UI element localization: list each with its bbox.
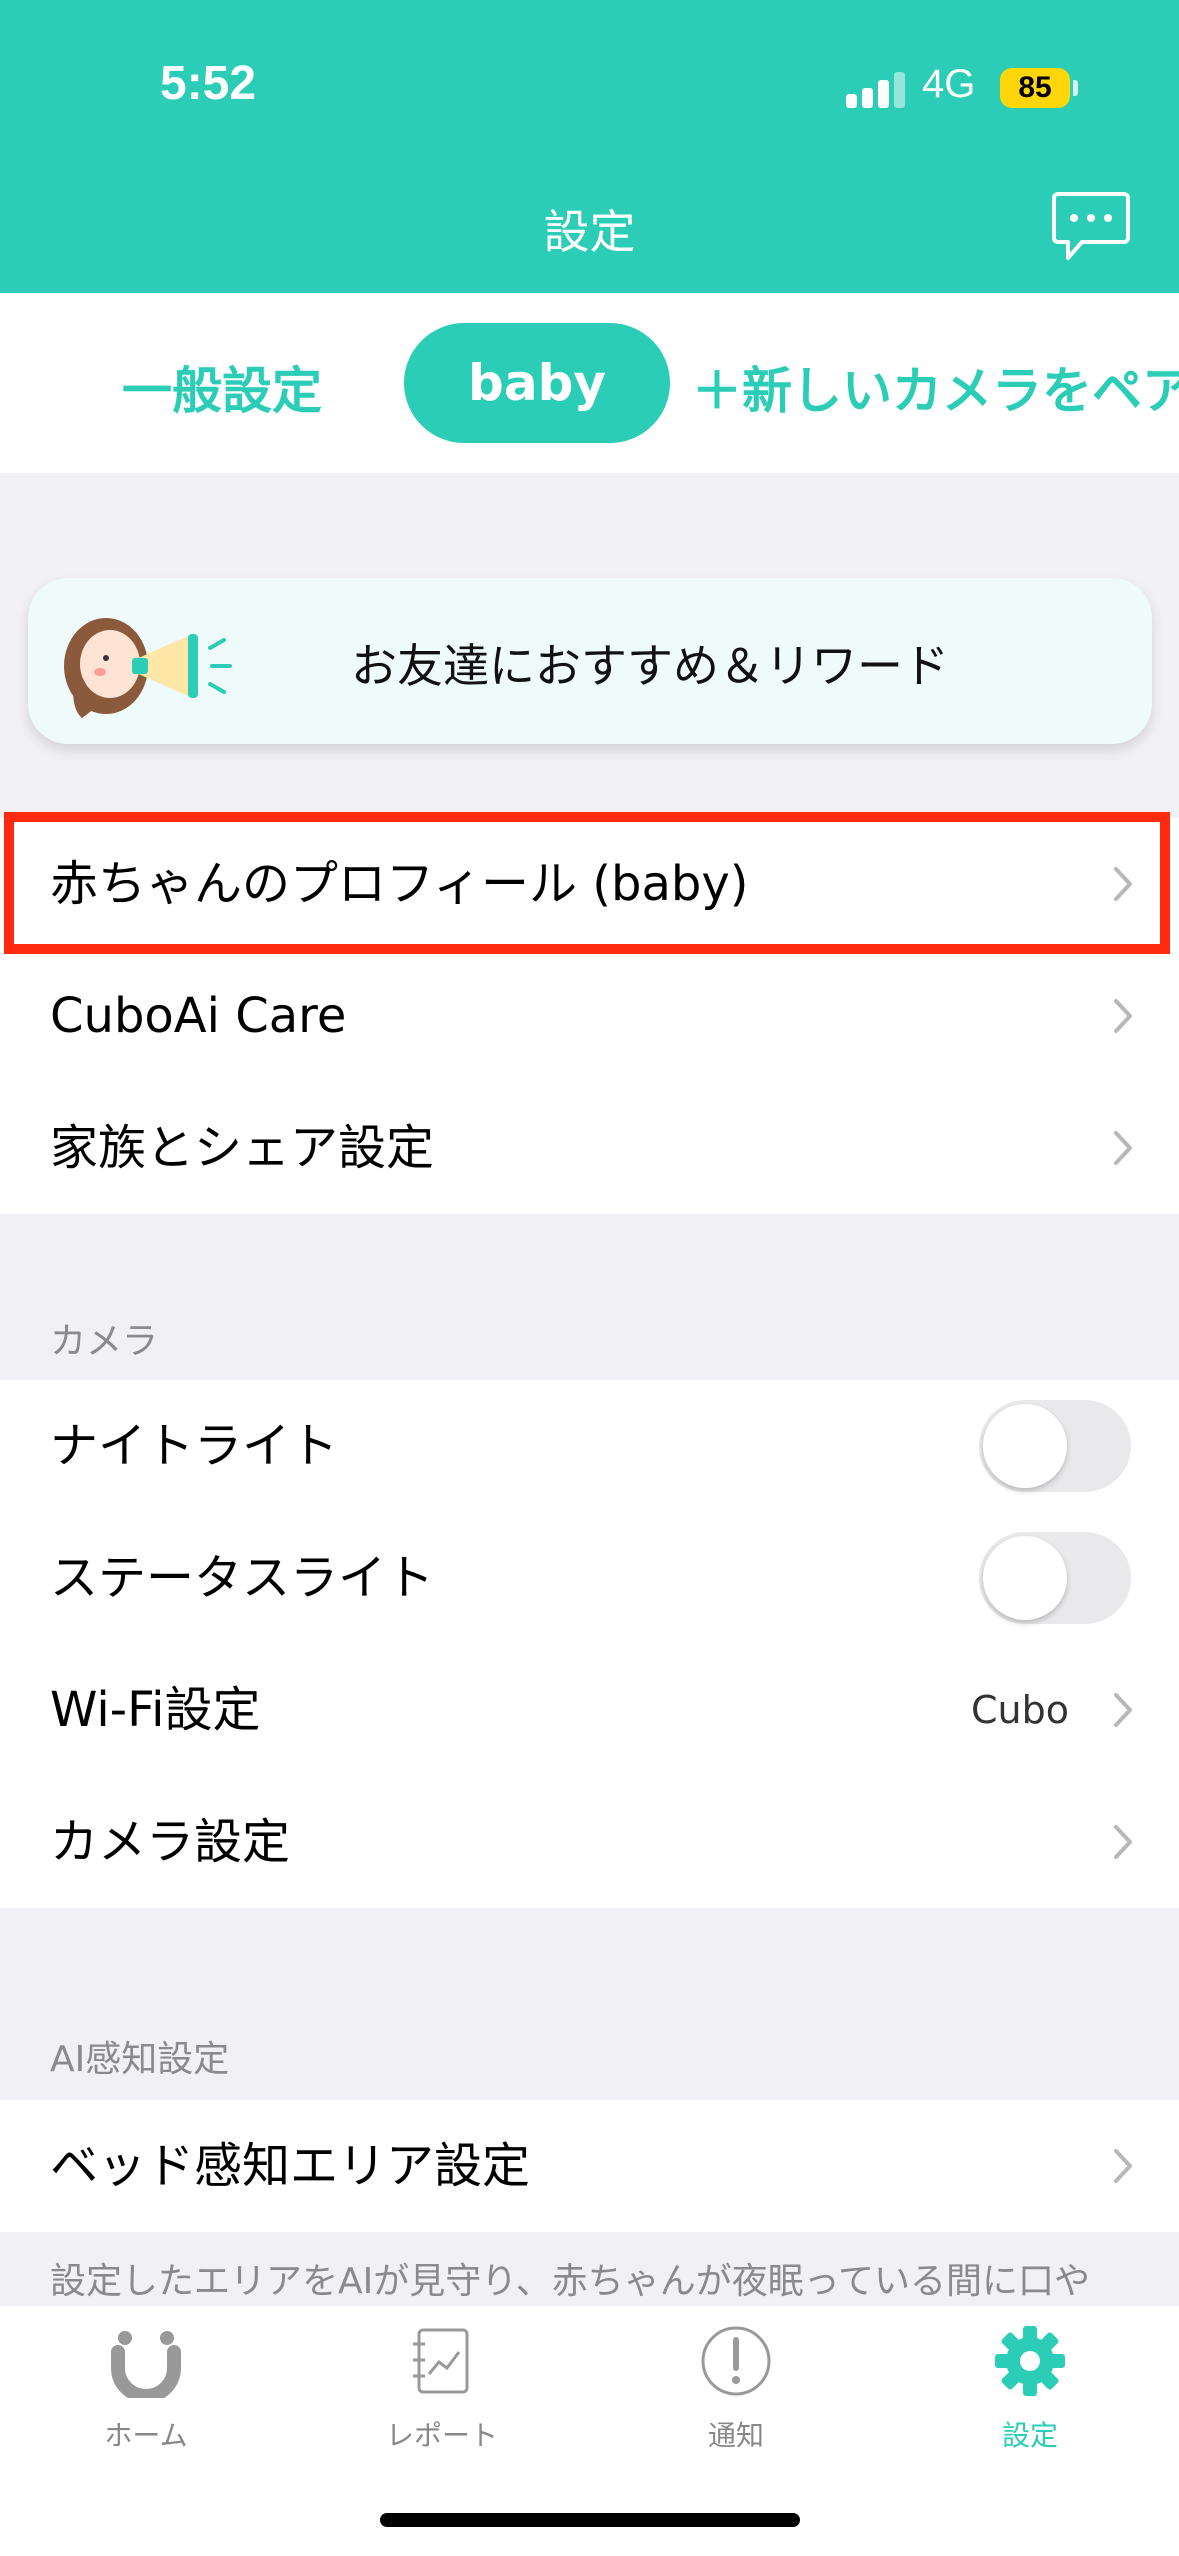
chevron-right-icon — [1114, 999, 1132, 1033]
night-light-toggle[interactable] — [979, 1400, 1131, 1492]
bed-area-description: 設定したエリアをAIが見守り、赤ちゃんが夜眠っている間に口や — [50, 2261, 1091, 2302]
tabbar-item-settings[interactable]: 設定 — [920, 2324, 1140, 2454]
cellular-signal-icon — [846, 72, 906, 108]
tabbar-item-notification[interactable]: 通知 — [626, 2324, 846, 2454]
status-time: 5:52 — [160, 57, 257, 110]
battery-indicator: 85 — [1000, 68, 1070, 108]
chevron-right-icon — [1114, 1693, 1132, 1727]
cuboai-care-row[interactable]: CuboAi Care — [0, 950, 1179, 1082]
chevron-right-icon — [1114, 1131, 1132, 1165]
tabbar-item-home[interactable]: ホーム — [36, 2324, 256, 2454]
wifi-network-value: Cubo — [971, 1688, 1069, 1732]
tabbar-label-settings: 設定 — [1001, 2419, 1058, 2452]
status-light-row: ステータスライト — [0, 1512, 1179, 1644]
chevron-right-icon — [1114, 1825, 1132, 1859]
home-icon — [111, 2331, 181, 2398]
chat-icon[interactable] — [1052, 190, 1130, 262]
ai-settings-group: ベッド感知エリア設定 — [0, 2100, 1179, 2232]
toggle-knob — [983, 1536, 1067, 1620]
camera-section-header: カメラ — [50, 1321, 159, 1362]
camera-settings-row[interactable]: カメラ設定 — [0, 1776, 1179, 1908]
camera-tabs: 一般設定 baby ＋新しいカメラをペア — [0, 293, 1179, 473]
tab-baby[interactable]: baby — [404, 323, 670, 443]
camera-settings-label: カメラ設定 — [50, 1814, 291, 1870]
toggle-knob — [983, 1404, 1067, 1488]
camera-settings-group: ナイトライト ステータスライト Wi-Fi設定 Cubo カメラ設定 — [0, 1380, 1179, 1908]
tabbar-label-report: レポート — [385, 2419, 498, 2452]
wifi-settings-row[interactable]: Wi-Fi設定 Cubo — [0, 1644, 1179, 1776]
app-header: 5:52 4G 85 設定 — [0, 0, 1179, 293]
cuboai-care-label: CuboAi Care — [50, 988, 347, 1044]
highlight-box — [4, 812, 1170, 954]
tab-general-settings[interactable]: 一般設定 — [122, 351, 322, 423]
status-light-toggle[interactable] — [979, 1532, 1131, 1624]
night-light-row: ナイトライト — [0, 1380, 1179, 1512]
settings-icon — [995, 2326, 1065, 2396]
referral-reward-label: お友達におすすめ＆リワード — [351, 639, 949, 693]
tab-pair-new-camera[interactable]: ＋新しいカメラをペア — [692, 351, 1179, 423]
status-light-label: ステータスライト — [50, 1550, 435, 1606]
family-share-label: 家族とシェア設定 — [50, 1120, 435, 1176]
battery-cap — [1073, 80, 1078, 96]
network-type: 4G — [922, 62, 976, 106]
notification-icon — [701, 2326, 771, 2396]
referral-reward-card[interactable]: お友達におすすめ＆リワード — [28, 578, 1152, 744]
report-icon — [413, 2328, 469, 2394]
ai-section-header: AI感知設定 — [50, 2039, 230, 2080]
tabbar-item-report[interactable]: レポート — [332, 2324, 552, 2454]
chevron-right-icon — [1114, 2149, 1132, 2183]
tabbar-label-notification: 通知 — [707, 2419, 764, 2452]
family-share-row[interactable]: 家族とシェア設定 — [0, 1082, 1179, 1214]
page-title: 設定 — [543, 205, 636, 259]
wifi-settings-label: Wi-Fi設定 — [50, 1682, 261, 1738]
night-light-label: ナイトライト — [50, 1418, 339, 1474]
tabbar-label-home: ホーム — [104, 2419, 188, 2452]
home-indicator — [380, 2513, 800, 2527]
bed-area-label: ベッド感知エリア設定 — [50, 2138, 531, 2194]
bed-area-row[interactable]: ベッド感知エリア設定 — [0, 2100, 1179, 2232]
